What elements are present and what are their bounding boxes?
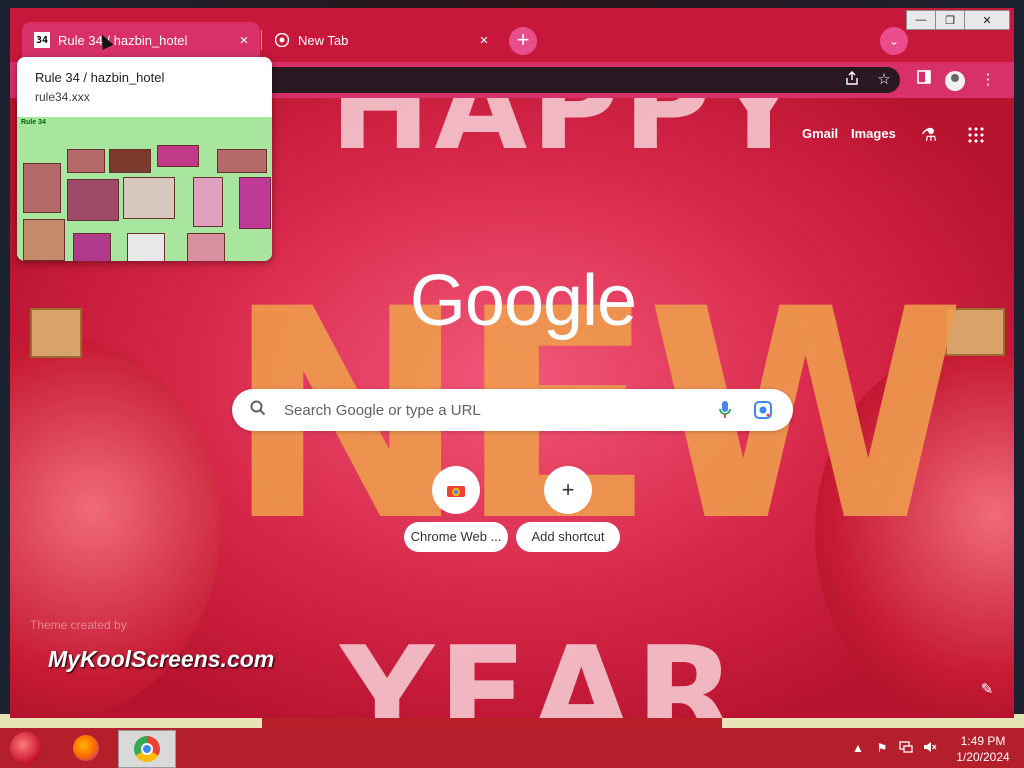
- maximize-button[interactable]: ❐: [935, 10, 965, 30]
- microphone-icon[interactable]: [718, 400, 732, 420]
- new-tab-button[interactable]: +: [509, 27, 537, 55]
- add-shortcut-button[interactable]: + Add shortcut: [516, 466, 620, 556]
- preview-thumb: [73, 233, 111, 261]
- ornament-cap-left: [30, 308, 82, 358]
- tab-search-button[interactable]: ⌄: [880, 27, 908, 55]
- preview-thumb: [67, 179, 119, 221]
- tab-new-tab[interactable]: New Tab ×: [262, 22, 500, 58]
- system-clock[interactable]: 1:49 PM 1/20/2024: [950, 733, 1016, 765]
- background-year-text: YEAR: [340, 618, 740, 718]
- shortcut-chrome-web-store[interactable]: Chrome Web ...: [404, 466, 508, 556]
- hover-card-title: Rule 34 / hazbin_hotel: [35, 70, 165, 85]
- star-icon[interactable]: ☆: [874, 70, 894, 90]
- tab-title: Rule 34 / hazbin_hotel: [58, 32, 188, 48]
- google-logo: Google: [409, 261, 637, 341]
- chrome-web-store-icon: [432, 466, 480, 514]
- shortcut-label: Chrome Web ...: [404, 522, 508, 552]
- taskbar: ▲ ⚑ 1:49 PM 1/20/2024: [0, 728, 1024, 768]
- show-hidden-icons-icon[interactable]: ▲: [850, 740, 866, 756]
- search-placeholder: Search Google or type a URL: [284, 402, 481, 419]
- images-link[interactable]: Images: [851, 126, 896, 141]
- preview-thumb: [187, 233, 225, 261]
- watermark: MyKoolScreens.com: [48, 646, 275, 672]
- preview-thumb: [23, 163, 61, 213]
- chrome-favicon-icon: [274, 32, 290, 48]
- preview-thumb: [127, 233, 165, 261]
- background-happy-text: HAPPY: [330, 98, 807, 177]
- labs-flask-icon[interactable]: ⚗: [918, 124, 940, 146]
- shortcut-label: Add shortcut: [516, 522, 620, 552]
- preview-thumb: [217, 149, 267, 173]
- search-icon: [250, 400, 268, 418]
- volume-muted-icon[interactable]: [922, 740, 938, 756]
- google-apps-icon[interactable]: [967, 126, 985, 144]
- start-button[interactable]: [10, 732, 42, 764]
- theme-credit-link[interactable]: Theme created by: [30, 618, 127, 632]
- preview-thumb: [239, 177, 271, 229]
- preview-header: Rule 34: [21, 119, 46, 126]
- preview-thumb: [193, 177, 223, 227]
- profile-icon[interactable]: [945, 71, 965, 91]
- google-lens-icon[interactable]: [754, 401, 772, 419]
- window-controls: — ❐ ✕: [906, 10, 1010, 30]
- gmail-link[interactable]: Gmail: [802, 126, 838, 141]
- network-icon[interactable]: [898, 740, 914, 756]
- tab-rule34[interactable]: 34 Rule 34 / hazbin_hotel ×: [22, 22, 260, 58]
- taskbar-chrome[interactable]: [118, 730, 176, 768]
- clock-time: 1:49 PM: [960, 734, 1006, 748]
- preview-thumb: [123, 177, 175, 219]
- tab-hover-card: Rule 34 / hazbin_hotel rule34.xxx Rule 3…: [17, 57, 272, 261]
- page-preview-thumbnail: Rule 34: [17, 117, 272, 261]
- close-tab-icon[interactable]: ×: [234, 32, 254, 49]
- taskbar-firefox[interactable]: [58, 730, 114, 766]
- preview-thumb: [23, 219, 65, 261]
- search-box[interactable]: Search Google or type a URL: [232, 389, 793, 431]
- side-panel-icon[interactable]: [914, 70, 934, 90]
- address-bar[interactable]: [220, 67, 900, 93]
- preview-thumb: [109, 149, 151, 173]
- firefox-icon: [73, 735, 99, 761]
- clock-date: 1/20/2024: [956, 750, 1010, 764]
- minimize-button[interactable]: —: [906, 10, 936, 30]
- close-window-button[interactable]: ✕: [964, 10, 1010, 30]
- share-icon[interactable]: [842, 70, 862, 90]
- preview-thumb: [67, 149, 105, 173]
- chrome-icon: [134, 736, 160, 762]
- site-favicon-icon: 34: [34, 32, 50, 48]
- hover-card-url: rule34.xxx: [35, 90, 90, 104]
- menu-icon[interactable]: ⋮: [978, 70, 998, 90]
- tab-title: New Tab: [298, 32, 349, 48]
- close-tab-icon[interactable]: ×: [474, 32, 494, 49]
- action-center-flag-icon[interactable]: ⚑: [874, 740, 890, 756]
- tab-strip: — ❐ ✕ 34 Rule 34 / hazbin_hotel × New Ta…: [10, 8, 1014, 62]
- plus-icon: +: [544, 466, 592, 514]
- customize-pencil-icon[interactable]: ✎: [978, 680, 996, 698]
- preview-thumb: [157, 145, 199, 167]
